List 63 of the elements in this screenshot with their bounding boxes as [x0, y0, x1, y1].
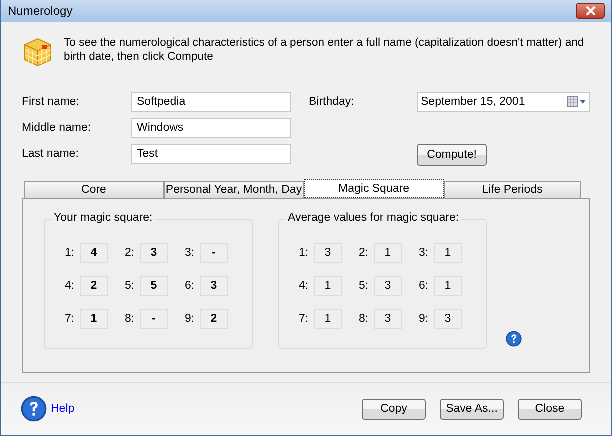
field-label: Middle name:	[22, 122, 92, 134]
square-value: -	[140, 309, 168, 329]
square-value: 1	[434, 276, 462, 296]
window-title: Numerology	[8, 4, 73, 18]
name-input[interactable]: Test	[131, 144, 291, 164]
help-link[interactable]: Help	[51, 403, 75, 415]
square-value: 1	[374, 243, 402, 263]
square-label: 1:	[299, 247, 310, 259]
square-value: -	[200, 243, 228, 263]
field-label: Last name:	[22, 148, 80, 160]
square-label: 4:	[65, 280, 76, 292]
square-label: 4:	[299, 280, 310, 292]
name-input[interactable]: Windows	[131, 118, 291, 138]
instruction-text: To see the numerological characteristics of a person enter a full name (capitalization doesn't matter) and birth date, then click Compute	[64, 36, 586, 65]
close-icon	[584, 6, 596, 16]
square-label: 2:	[125, 247, 136, 259]
square-label: 6:	[419, 280, 430, 292]
square-value: 5	[140, 276, 168, 296]
tab[interactable]: Magic Square	[304, 179, 444, 198]
square-label: 3:	[419, 247, 430, 259]
square-value: 3	[314, 243, 342, 263]
field-label: Birthday:	[309, 96, 356, 108]
square-label: 3:	[185, 247, 196, 259]
square-value: 4	[80, 243, 108, 263]
square-label: 1:	[65, 247, 76, 259]
square-value: 3	[200, 276, 228, 296]
dialog-button[interactable]: Copy	[362, 398, 426, 420]
tab[interactable]: Core	[24, 181, 164, 198]
square-value: 3	[374, 276, 402, 296]
square-value: 3	[140, 243, 168, 263]
tab[interactable]: Life Periods	[444, 181, 581, 198]
square-value: 1	[434, 243, 462, 263]
square-label: 8:	[125, 313, 136, 325]
square-value: 3	[434, 309, 462, 329]
square-label: 7:	[65, 313, 76, 325]
square-label: 5:	[359, 280, 370, 292]
square-value: 1	[314, 276, 342, 296]
name-input[interactable]: Softpedia	[131, 92, 291, 112]
square-label: 9:	[185, 313, 196, 325]
group-title: Average values for magic square:	[286, 212, 462, 224]
square-value: 1	[314, 309, 342, 329]
close-button[interactable]	[576, 3, 605, 19]
square-label: 2:	[359, 247, 370, 259]
field-label: First name:	[22, 96, 81, 108]
square-value: 3	[374, 309, 402, 329]
dialog-button[interactable]: Save As...	[440, 398, 504, 420]
square-label: 9:	[419, 313, 430, 325]
group-title: Your magic square:	[52, 212, 155, 224]
square-value: 2	[200, 309, 228, 329]
tab[interactable]: Personal Year, Month, Day	[164, 181, 304, 198]
help-icon[interactable]	[506, 331, 522, 347]
square-label: 6:	[185, 280, 196, 292]
square-label: 8:	[359, 313, 370, 325]
cube-icon	[22, 36, 54, 68]
date-picker[interactable]: September 15, 2001	[417, 92, 590, 112]
dialog-button[interactable]: Close	[518, 398, 582, 420]
square-label: 5:	[125, 280, 136, 292]
square-value: 2	[80, 276, 108, 296]
square-label: 7:	[299, 313, 310, 325]
compute-button[interactable]: Compute!	[417, 144, 487, 166]
help-icon[interactable]	[21, 396, 47, 422]
square-value: 1	[80, 309, 108, 329]
calendar-dropdown-icon	[567, 96, 587, 108]
